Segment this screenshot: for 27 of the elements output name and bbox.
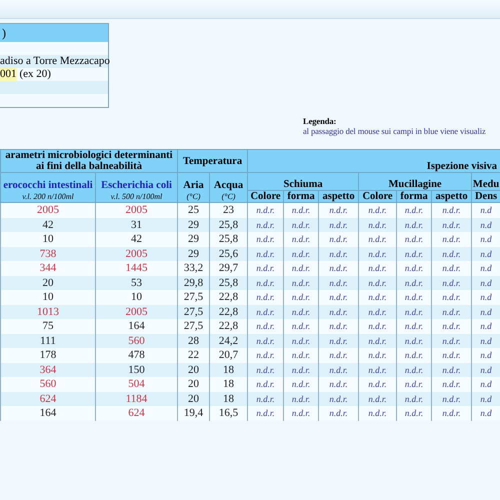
header-cell: Mucillagine (358, 172, 472, 190)
legend-title: Legenda: (303, 116, 338, 126)
header-cell: Medu (472, 172, 500, 190)
legend-text: al passaggio del mouse sui campi in blue viene visualiz (303, 126, 487, 136)
header-cell: Aria (°C) (178, 172, 210, 202)
table-cell: n.d.r. (396, 406, 432, 420)
header-cell[interactable]: Escherichia coli v.l. 500 n/100ml (96, 172, 178, 202)
table-cell: n.d.r. (358, 406, 397, 420)
table-cell: 16,5 (210, 406, 248, 420)
panel-title: ) (0, 24, 108, 42)
table-cell: n.d.r. (432, 406, 472, 420)
table-cell: 624 (96, 406, 178, 420)
panel-text: adiso a Torre Mezzacapo (0, 55, 110, 68)
table-cell: n.d.r. (284, 406, 319, 420)
table-cell: n.d.r. (318, 406, 359, 420)
header-cell: Acqua (°C) (210, 172, 248, 202)
panel-text: (ex 20) (20, 68, 51, 81)
header-cell: Temperatura (178, 150, 248, 172)
table-cell: n.d.r. (248, 406, 284, 420)
table-cell: 164 (0, 406, 96, 420)
header-cell: Ispezione visiva (248, 150, 500, 172)
code-highlight: 001 (0, 68, 16, 81)
header-cell: Schiuma (248, 172, 359, 190)
table-cell: n.d (472, 406, 500, 420)
header-cell: arametri microbiologici determinanti ai fini della balneabilità (0, 150, 178, 172)
header-cell[interactable]: erococchi intestinali v.l. 200 n/100ml (0, 172, 96, 202)
table-cell: 19,4 (178, 406, 210, 420)
